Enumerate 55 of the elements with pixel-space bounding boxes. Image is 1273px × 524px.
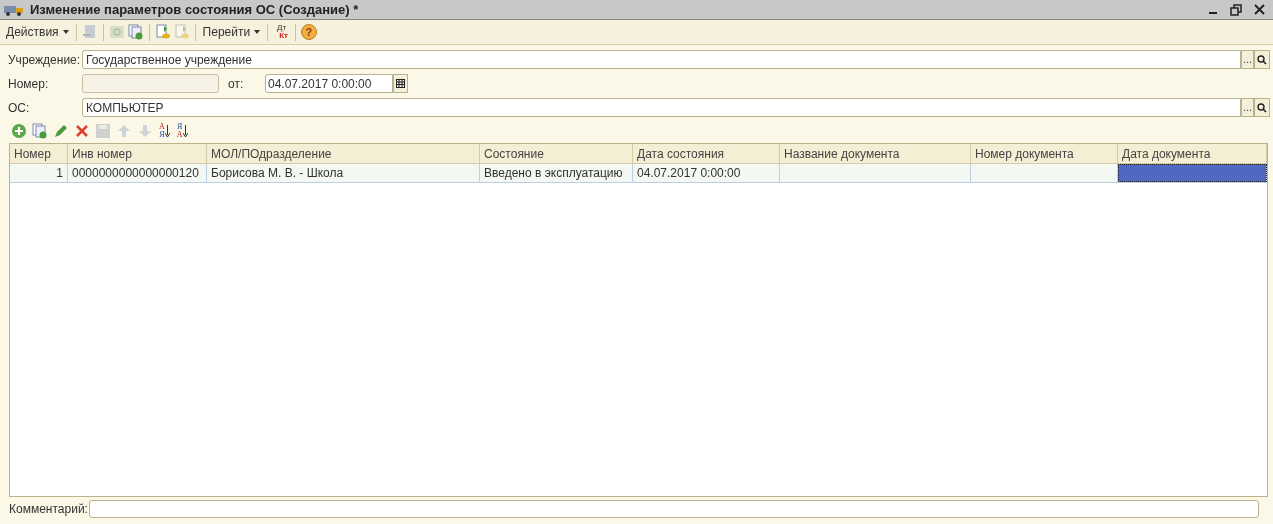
caret-icon: [254, 30, 261, 34]
table-cell[interactable]: [1118, 164, 1267, 182]
table-cell[interactable]: [971, 164, 1118, 182]
field-value: Государственное учреждение: [86, 51, 252, 69]
search-button[interactable]: [1254, 98, 1270, 117]
column-header[interactable]: Дата состояния: [633, 144, 780, 163]
column-header[interactable]: Состояние: [480, 144, 633, 163]
calendar-icon: [396, 79, 405, 88]
table-cell[interactable]: 0000000000000000120: [68, 164, 207, 182]
field-label: Учреждение:: [8, 51, 82, 69]
comment-field[interactable]: [89, 499, 1259, 518]
table-cell[interactable]: 04.07.2017 0:00:00: [633, 164, 780, 182]
calendar-button[interactable]: [393, 74, 408, 93]
date-field[interactable]: 04.07.2017 0:00:00: [265, 74, 393, 93]
institution-field[interactable]: Государственное учреждение: [82, 50, 1241, 69]
pencil-icon[interactable]: [53, 123, 69, 139]
column-header[interactable]: Инв номер: [68, 144, 207, 163]
caret-icon: [62, 30, 69, 34]
table-cell[interactable]: 1: [10, 164, 68, 182]
table-cell[interactable]: [780, 164, 971, 182]
restore-icon[interactable]: [1230, 3, 1242, 16]
column-header[interactable]: Номер документа: [971, 144, 1118, 163]
select-button[interactable]: ...: [1241, 50, 1254, 69]
delete-icon[interactable]: [74, 123, 90, 139]
menu-button[interactable]: Перейти: [200, 23, 263, 41]
column-header[interactable]: Дата документа: [1118, 144, 1267, 163]
number-field[interactable]: [82, 74, 219, 93]
document-coins-icon[interactable]: [154, 24, 171, 40]
field-label: от:: [228, 75, 245, 93]
menu-button[interactable]: Действия: [4, 23, 71, 41]
sort-button[interactable]: А Я: [158, 123, 171, 139]
window-title: Изменение параметров состояния ОС (Создание) *: [30, 0, 359, 19]
search-icon: [1257, 102, 1267, 113]
sort-button[interactable]: Я А: [175, 123, 189, 139]
field-label: Комментарий:: [9, 500, 89, 518]
search-icon: [1257, 54, 1267, 65]
copy-add-icon[interactable]: [127, 24, 144, 40]
field-value: 04.07.2017 0:00:00: [268, 75, 372, 93]
add-icon[interactable]: [11, 123, 27, 139]
column-header[interactable]: Номер: [10, 144, 68, 163]
asset-field[interactable]: КОМПЬЮТЕР: [82, 98, 1241, 117]
column-header[interactable]: МОЛ/ПОдразделение: [207, 144, 480, 163]
field-label: Номер:: [8, 75, 50, 93]
help-button[interactable]: ?: [300, 24, 317, 40]
table-cell[interactable]: Борисова М. В. - Школа: [207, 164, 480, 182]
table-cell[interactable]: Введено в эксплуатацию: [480, 164, 633, 182]
field-value: КОМПЬЮТЕР: [86, 99, 164, 117]
search-button[interactable]: [1254, 50, 1270, 69]
select-button[interactable]: ...: [1241, 98, 1254, 117]
debit-credit-button[interactable]: Дт Кт: [273, 24, 290, 40]
field-label: ОС:: [8, 99, 31, 117]
truck-icon: [4, 3, 26, 16]
column-header[interactable]: Название документа: [780, 144, 971, 163]
close-icon[interactable]: [1254, 4, 1265, 15]
copy-add-icon[interactable]: [32, 123, 48, 139]
